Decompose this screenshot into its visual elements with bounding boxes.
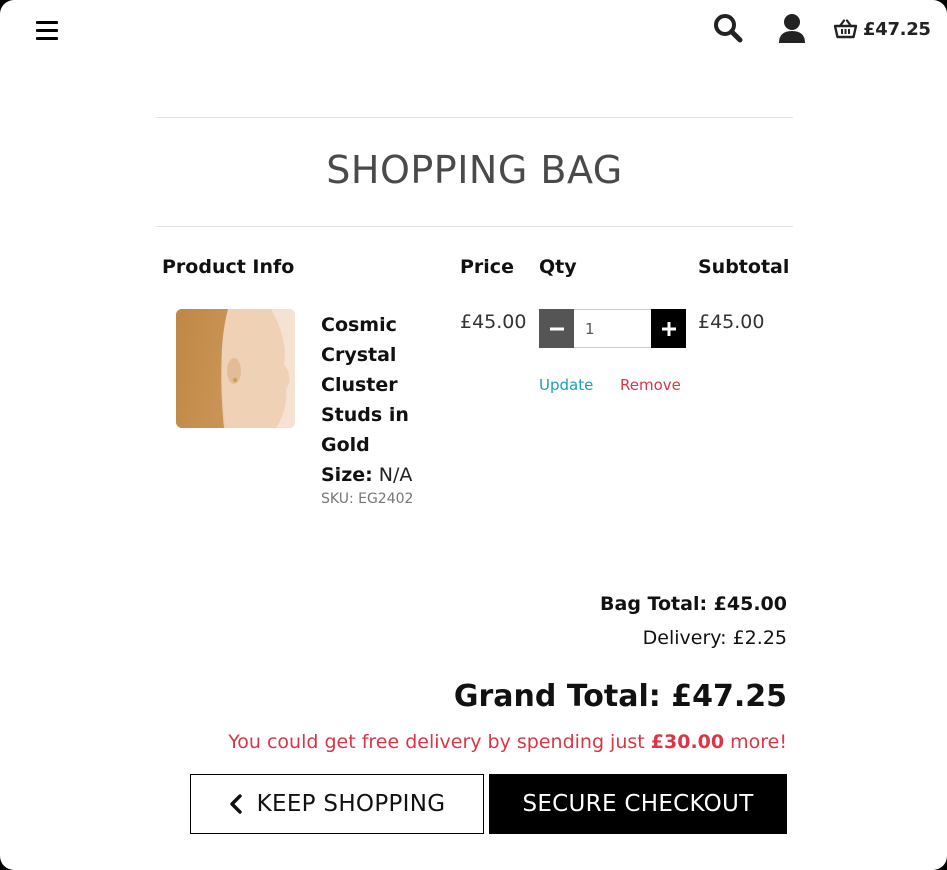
product-price: £45.00 bbox=[460, 311, 527, 333]
header-qty: Qty bbox=[539, 256, 577, 278]
free-delivery-suffix: more! bbox=[730, 731, 787, 753]
product-size: Size: N/A bbox=[321, 460, 412, 490]
product-size-value: N/A bbox=[378, 464, 413, 486]
shopping-bag-page: £47.25 SHOPPING BAG Product Info Price Q… bbox=[0, 0, 947, 870]
divider-top bbox=[156, 117, 793, 118]
remove-link[interactable]: Remove bbox=[620, 376, 681, 394]
minus-icon bbox=[549, 327, 564, 330]
free-delivery-amount: £30.00 bbox=[650, 731, 725, 753]
plus-icon bbox=[661, 321, 676, 336]
update-link[interactable]: Update bbox=[539, 376, 593, 394]
product-image[interactable] bbox=[176, 309, 295, 428]
grand-total: Grand Total: £47.25 bbox=[453, 679, 787, 714]
keep-shopping-button[interactable]: KEEP SHOPPING bbox=[190, 774, 484, 834]
decrement-button[interactable] bbox=[539, 309, 574, 348]
free-delivery-message: You could get free delivery by spending … bbox=[228, 731, 787, 753]
delivery-cost: Delivery: £2.25 bbox=[642, 627, 787, 649]
user-icon[interactable] bbox=[777, 13, 807, 45]
chevron-left-icon bbox=[229, 794, 242, 814]
basket-icon bbox=[834, 19, 857, 39]
quantity-stepper bbox=[539, 309, 686, 348]
quantity-input[interactable] bbox=[574, 309, 651, 348]
bag-total-amount: £47.25 bbox=[863, 18, 931, 40]
keep-shopping-label: KEEP SHOPPING bbox=[256, 791, 446, 817]
top-navbar: £47.25 bbox=[0, 0, 947, 60]
product-subtotal: £45.00 bbox=[698, 311, 765, 333]
bag-total: Bag Total: £45.00 bbox=[600, 593, 787, 615]
secure-checkout-label: SECURE CHECKOUT bbox=[522, 791, 754, 817]
hamburger-icon[interactable] bbox=[36, 21, 58, 41]
divider-bottom bbox=[156, 226, 793, 227]
header-product-info: Product Info bbox=[162, 256, 295, 278]
bag-total-button[interactable]: £47.25 bbox=[834, 16, 931, 42]
header-price: Price bbox=[460, 256, 514, 278]
secure-checkout-button[interactable]: SECURE CHECKOUT bbox=[489, 774, 787, 834]
header-subtotal: Subtotal bbox=[698, 256, 790, 278]
increment-button[interactable] bbox=[651, 309, 686, 348]
page-title: SHOPPING BAG bbox=[326, 148, 623, 192]
product-name: Cosmic Crystal Cluster Studs in Gold bbox=[321, 314, 409, 456]
product-size-label: Size: bbox=[321, 464, 373, 486]
product-sku: SKU: EG2402 bbox=[321, 491, 414, 507]
search-icon[interactable] bbox=[712, 12, 744, 44]
free-delivery-prefix: You could get free delivery by spending … bbox=[228, 731, 645, 753]
